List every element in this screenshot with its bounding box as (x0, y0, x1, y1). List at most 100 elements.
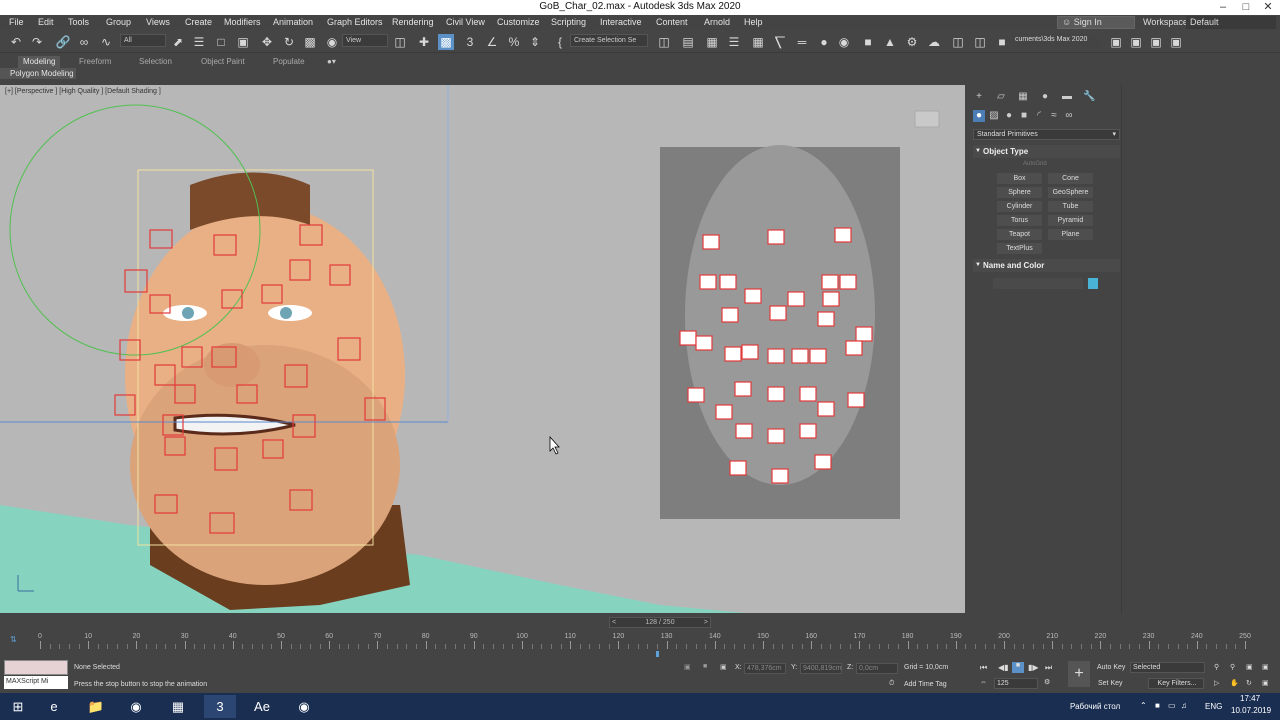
render-icon[interactable]: ▲ (882, 34, 898, 50)
file-explorer-icon[interactable]: 📁 (80, 695, 112, 718)
go-to-start-icon[interactable]: ⏮ (980, 663, 987, 673)
place-icon[interactable]: ◉ (324, 34, 340, 50)
field-of-view-icon[interactable]: ▷ (1214, 679, 1219, 687)
menu-interactive[interactable]: Interactive (600, 17, 642, 27)
maximize-viewport-icon[interactable]: ▣ (1262, 679, 1269, 687)
align-icon[interactable]: ▤ (680, 34, 696, 50)
calculator-icon[interactable]: ▦ (162, 695, 194, 718)
next-frame-icon[interactable]: ▮▶ (1028, 663, 1039, 672)
graphite-toolbar-icon[interactable]: ▦ (750, 34, 766, 50)
schematic-view-icon[interactable]: ═ (794, 34, 810, 50)
ribbon-tab-selection[interactable]: Selection (134, 56, 177, 68)
menu-create[interactable]: Create (185, 17, 212, 27)
geometry-icon[interactable]: ● (973, 110, 985, 122)
menu-help[interactable]: Help (744, 17, 763, 27)
spacewarps-icon[interactable]: ≈ (1048, 110, 1060, 122)
key-selection-dropdown[interactable]: Selected (1130, 662, 1205, 673)
minimize-button[interactable]: – (1213, 0, 1233, 15)
modify-tab-icon[interactable]: ▱ (995, 91, 1007, 103)
menu-customize[interactable]: Customize (497, 17, 540, 27)
sign-in-dropdown[interactable]: ☺ Sign In (1057, 16, 1135, 29)
time-configuration-icon[interactable]: ⚙ (1044, 678, 1050, 686)
maximize-button[interactable]: □ (1236, 0, 1256, 15)
render-online-icon[interactable]: ☁ (926, 34, 942, 50)
menu-file[interactable]: File (9, 17, 24, 27)
toolbar-extra-3-icon[interactable]: ▣ (1148, 34, 1164, 50)
menu-graph-editors[interactable]: Graph Editors (327, 17, 383, 27)
add-time-tag[interactable]: Add Time Tag (904, 681, 947, 688)
window-crossing-icon[interactable]: ▣ (235, 34, 251, 50)
perspective-viewport[interactable]: [+] [Perspective ] [High Quality ] [Defa… (0, 85, 965, 613)
toolbar-extra-2-icon[interactable]: ▣ (1128, 34, 1144, 50)
orbit-icon[interactable]: ↻ (1246, 679, 1252, 687)
rotate-icon[interactable]: ↻ (281, 34, 297, 50)
tray-network-icon[interactable]: ▭ (1168, 701, 1176, 710)
ribbon-options-icon[interactable]: ●▾ (322, 56, 341, 68)
zoom-extents-all-icon[interactable]: ▣ (1262, 663, 1269, 671)
z-coordinate-field[interactable]: 0,0cm (856, 663, 898, 674)
torus-button[interactable]: Torus (997, 215, 1042, 226)
zoom-all-icon[interactable]: ⚲ (1230, 663, 1235, 671)
select-by-name-icon[interactable]: ☰ (191, 34, 207, 50)
time-tag-icon[interactable]: ⏱ (889, 680, 894, 688)
close-button[interactable]: ✕ (1258, 0, 1278, 15)
set-key-icon[interactable]: + (1068, 661, 1090, 687)
set-key-button[interactable]: Set Key (1098, 680, 1123, 687)
shapes-icon[interactable]: ▨ (988, 110, 1000, 122)
named-selection-sets-dropdown[interactable]: Create Selection Se (570, 34, 648, 47)
volume-icon[interactable]: ♫ (1181, 701, 1187, 710)
create-tab-icon[interactable]: + (973, 91, 985, 103)
render-setup-icon[interactable]: ◉ (836, 34, 852, 50)
unlink-icon[interactable]: ∞ (76, 34, 92, 50)
obs-icon[interactable]: ◉ (288, 695, 320, 718)
menu-views[interactable]: Views (146, 17, 170, 27)
isolate-icon[interactable]: ▣ (684, 663, 691, 671)
primitive-category-dropdown[interactable]: Standard Primitives ▾ (973, 129, 1120, 140)
menu-edit[interactable]: Edit (38, 17, 54, 27)
teapot-button[interactable]: Teapot (997, 229, 1042, 240)
menu-tools[interactable]: Tools (68, 17, 89, 27)
toolbar-extra-4-icon[interactable]: ▣ (1168, 34, 1184, 50)
key-filters-button[interactable]: Key Filters... (1148, 678, 1204, 689)
pivot-center-icon[interactable]: ◫ (392, 34, 408, 50)
select-manipulate-icon[interactable]: ✚ (416, 34, 432, 50)
ribbon-tab-populate[interactable]: Populate (268, 56, 310, 68)
menu-civil-view[interactable]: Civil View (446, 17, 485, 27)
edit-named-selection-icon[interactable]: { (552, 34, 568, 50)
mirror-icon[interactable]: ◫ (656, 34, 672, 50)
autogrid-checkbox[interactable]: AutoGrid (1023, 161, 1047, 167)
helpers-icon[interactable]: ◜ (1033, 110, 1045, 122)
scale-icon[interactable]: ▩ (302, 34, 318, 50)
menu-content[interactable]: Content (656, 17, 688, 27)
motion-tab-icon[interactable]: ● (1039, 91, 1051, 103)
stop-icon[interactable]: ■ (1012, 662, 1024, 673)
object-type-rollout[interactable]: ▼ Object Type (973, 145, 1120, 158)
maxscript-mini-listener[interactable]: MAXScript Mi (4, 676, 68, 689)
object-name-field[interactable] (993, 278, 1083, 289)
move-icon[interactable]: ✥ (259, 34, 275, 50)
menu-scripting[interactable]: Scripting (551, 17, 586, 27)
layer-explorer-icon[interactable]: ▦ (704, 34, 720, 50)
redo-icon[interactable]: ↷ (29, 34, 45, 50)
hierarchy-tab-icon[interactable]: ▦ (1017, 91, 1029, 103)
cone-button[interactable]: Cone (1048, 173, 1093, 184)
object-color-swatch[interactable] (1088, 278, 1098, 289)
systems-icon[interactable]: ∞ (1063, 110, 1075, 122)
undo-icon[interactable]: ↶ (8, 34, 24, 50)
tray-app-icon[interactable]: ■ (1155, 701, 1160, 710)
internet-explorer-icon[interactable]: e (38, 695, 70, 718)
link-icon[interactable]: 🔗 (55, 34, 71, 50)
tube-button[interactable]: Tube (1048, 201, 1093, 212)
language-indicator[interactable]: ENG (1205, 702, 1222, 711)
render-frame-icon[interactable]: ■ (860, 34, 876, 50)
tray-chevron-icon[interactable]: ⌃ (1140, 701, 1147, 710)
ribbon-tab-freeform[interactable]: Freeform (74, 56, 116, 68)
rectangular-selection-icon[interactable]: □ (213, 34, 229, 50)
track-bar[interactable]: 0 10 20 30 40 50 60 70 80 90 100 110 120 130 140 150 160… (38, 633, 1251, 663)
scene-explorer-icon[interactable]: ☰ (726, 34, 742, 50)
lights-icon[interactable]: ● (1003, 110, 1015, 122)
material-editor-icon[interactable]: ● (816, 34, 832, 50)
pan-icon[interactable]: ✋ (1230, 679, 1239, 687)
chrome-icon[interactable]: ◉ (120, 695, 152, 718)
ribbon-panel-polygon-modeling[interactable]: Polygon Modeling (0, 68, 76, 79)
